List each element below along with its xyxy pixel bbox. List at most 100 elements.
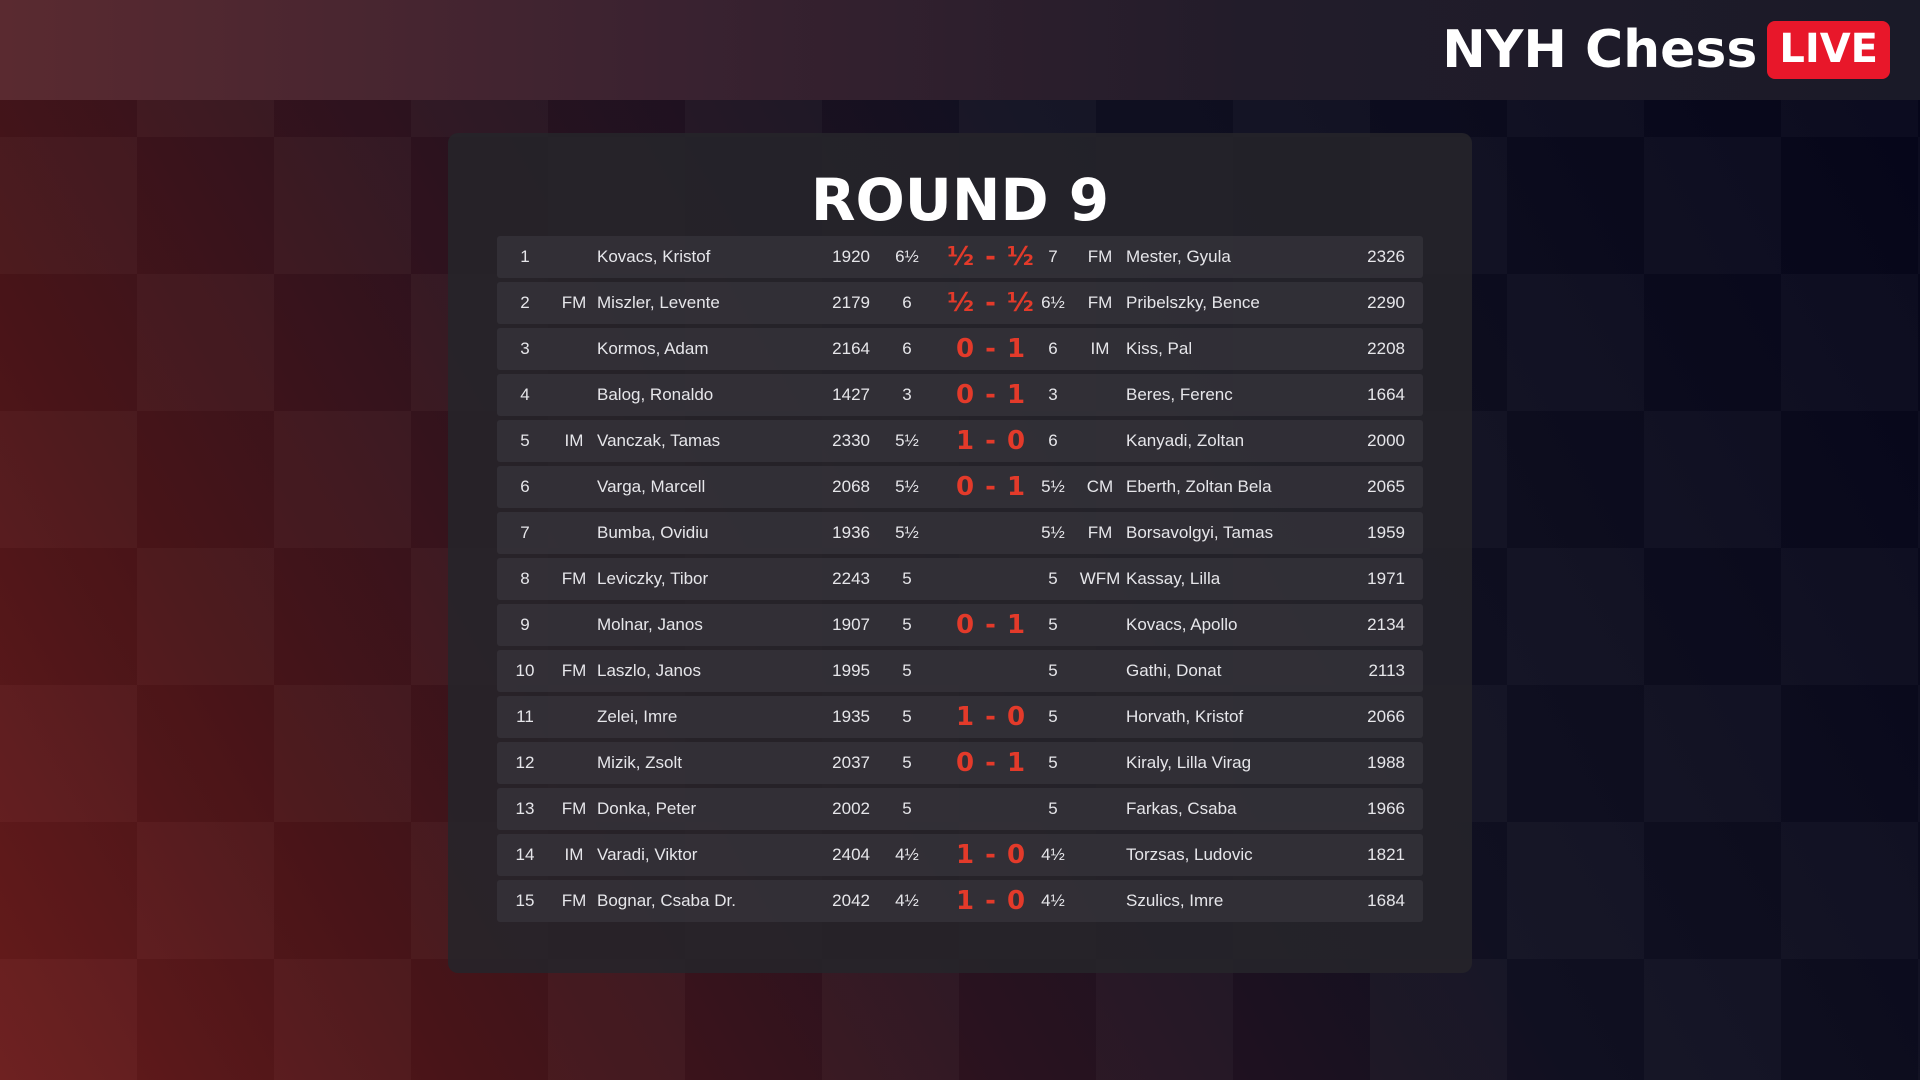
black-player-name: Gathi, Donat [1126, 661, 1222, 680]
white-title: FM [561, 293, 587, 312]
white-rating: 2042 [832, 891, 870, 910]
pairing-row: 3 Kormos, Adam 2164 6 0 - 1 6 IM Kiss, Pal 2208 [497, 328, 1423, 370]
black-title [1075, 604, 1125, 646]
board-number: 4 [520, 385, 530, 404]
pairing-row: 4 Balog, Ronaldo 1427 3 0 - 1 3 Beres, Ferenc 1… [497, 374, 1423, 416]
black-points: 5 [1048, 753, 1058, 772]
white-points: 5½ [895, 523, 919, 542]
black-points: 3 [1048, 385, 1058, 404]
black-title: CM [1086, 477, 1114, 496]
black-title: IM [1090, 339, 1110, 358]
black-points: 6½ [1041, 293, 1065, 312]
black-points: 4½ [1041, 845, 1065, 864]
board-number: 12 [515, 753, 535, 772]
black-title [1075, 650, 1125, 692]
white-points: 5½ [895, 431, 919, 450]
white-points: 6½ [895, 247, 919, 266]
board-number: 5 [520, 431, 530, 450]
black-title [1075, 880, 1125, 922]
white-title [554, 466, 594, 508]
live-badge: LIVE [1767, 21, 1890, 79]
black-points: 5½ [1041, 523, 1065, 542]
black-rating: 1959 [1367, 523, 1405, 542]
black-rating: 2066 [1367, 707, 1405, 726]
black-rating: 2290 [1367, 293, 1405, 312]
black-player-name: Pribelszky, Bence [1126, 293, 1260, 312]
white-rating: 2243 [832, 569, 870, 588]
pairing-row: 9 Molnar, Janos 1907 5 0 - 1 5 Kovacs, Apollo 2… [497, 604, 1423, 646]
black-points: 6 [1048, 431, 1058, 450]
black-title [1075, 374, 1125, 416]
black-player-name: Kiss, Pal [1126, 339, 1193, 358]
black-title [1075, 788, 1125, 830]
black-title: FM [1087, 523, 1113, 542]
white-title: FM [561, 799, 587, 818]
pairing-row: 12 Mizik, Zsolt 2037 5 0 - 1 5 Kiraly, Lilla V… [497, 742, 1423, 784]
black-title: FM [1087, 293, 1113, 312]
white-points: 5 [902, 753, 912, 772]
white-points: 4½ [895, 891, 919, 910]
brand-logo: NYH Chess LIVE [1442, 20, 1890, 80]
white-points: 3 [902, 385, 912, 404]
black-rating: 1966 [1367, 799, 1405, 818]
black-points: 7 [1048, 247, 1058, 266]
white-rating: 2164 [832, 339, 870, 358]
pairing-row: 8 FM Leviczky, Tibor 2243 5 5 WFM Kassay, Lilla… [497, 558, 1423, 600]
white-title [554, 696, 594, 738]
white-title [554, 374, 594, 416]
white-rating: 2037 [832, 753, 870, 772]
pairing-row: 14 IM Varadi, Viktor 2404 4½ 1 - 0 4½ Torzsas, … [497, 834, 1423, 876]
pairings-panel: ROUND 9 1 Kovacs, Kristof 1920 6½ ½ - ½ 7 FM Me… [448, 133, 1472, 973]
pairing-row: 11 Zelei, Imre 1935 5 1 - 0 5 Horvath, Kristof… [497, 696, 1423, 738]
board-number: 10 [515, 661, 535, 680]
white-title [554, 604, 594, 646]
black-points: 5½ [1041, 477, 1065, 496]
top-bar: NYH Chess LIVE [0, 0, 1920, 100]
black-player-name: Kassay, Lilla [1126, 569, 1221, 588]
black-rating: 2208 [1367, 339, 1405, 358]
pairing-row: 5 IM Vanczak, Tamas 2330 5½ 1 - 0 6 Kanyadi, Zo… [497, 420, 1423, 462]
black-title: FM [1087, 247, 1113, 266]
white-rating: 2068 [832, 477, 870, 496]
white-title: FM [561, 661, 587, 680]
black-rating: 2113 [1368, 661, 1405, 680]
board-number: 3 [520, 339, 530, 358]
brand-name: NYH Chess [1442, 20, 1758, 80]
black-player-name: Szulics, Imre [1126, 891, 1224, 910]
black-player-name: Beres, Ferenc [1126, 385, 1233, 404]
round-title: ROUND 9 [810, 166, 1110, 234]
white-title: FM [561, 569, 587, 588]
black-rating: 1684 [1367, 891, 1405, 910]
white-points: 5 [902, 615, 912, 634]
white-rating: 2179 [832, 293, 870, 312]
pairing-row: 10 FM Laszlo, Janos 1995 5 5 Gathi, Donat 2113 [497, 650, 1423, 692]
black-points: 5 [1048, 569, 1058, 588]
black-title: WFM [1079, 569, 1121, 588]
white-points: 5 [902, 569, 912, 588]
black-player-name: Farkas, Csaba [1126, 799, 1237, 818]
black-title [1075, 742, 1125, 784]
board-number: 15 [515, 891, 535, 910]
white-rating: 1920 [832, 247, 870, 266]
black-rating: 1988 [1367, 753, 1405, 772]
black-title [1075, 834, 1125, 876]
white-title: IM [564, 845, 584, 864]
board-number: 6 [520, 477, 530, 496]
white-rating: 1995 [832, 661, 870, 680]
black-player-name: Torzsas, Ludovic [1126, 845, 1253, 864]
white-title [554, 328, 594, 370]
white-rating: 1935 [832, 707, 870, 726]
white-title [554, 236, 594, 278]
white-rating: 1907 [832, 615, 870, 634]
white-rating: 1427 [832, 385, 870, 404]
board-number: 7 [520, 523, 530, 542]
pairing-row: 2 FM Miszler, Levente 2179 6 ½ - ½ 6½ FM Pribels… [497, 282, 1423, 324]
black-points: 4½ [1041, 891, 1065, 910]
black-title [1075, 420, 1125, 462]
board-number: 1 [520, 247, 530, 266]
black-rating: 1664 [1367, 385, 1405, 404]
white-points: 5 [902, 799, 912, 818]
white-points: 5½ [895, 477, 919, 496]
black-player-name: Kovacs, Apollo [1126, 615, 1238, 634]
board-number: 14 [515, 845, 535, 864]
